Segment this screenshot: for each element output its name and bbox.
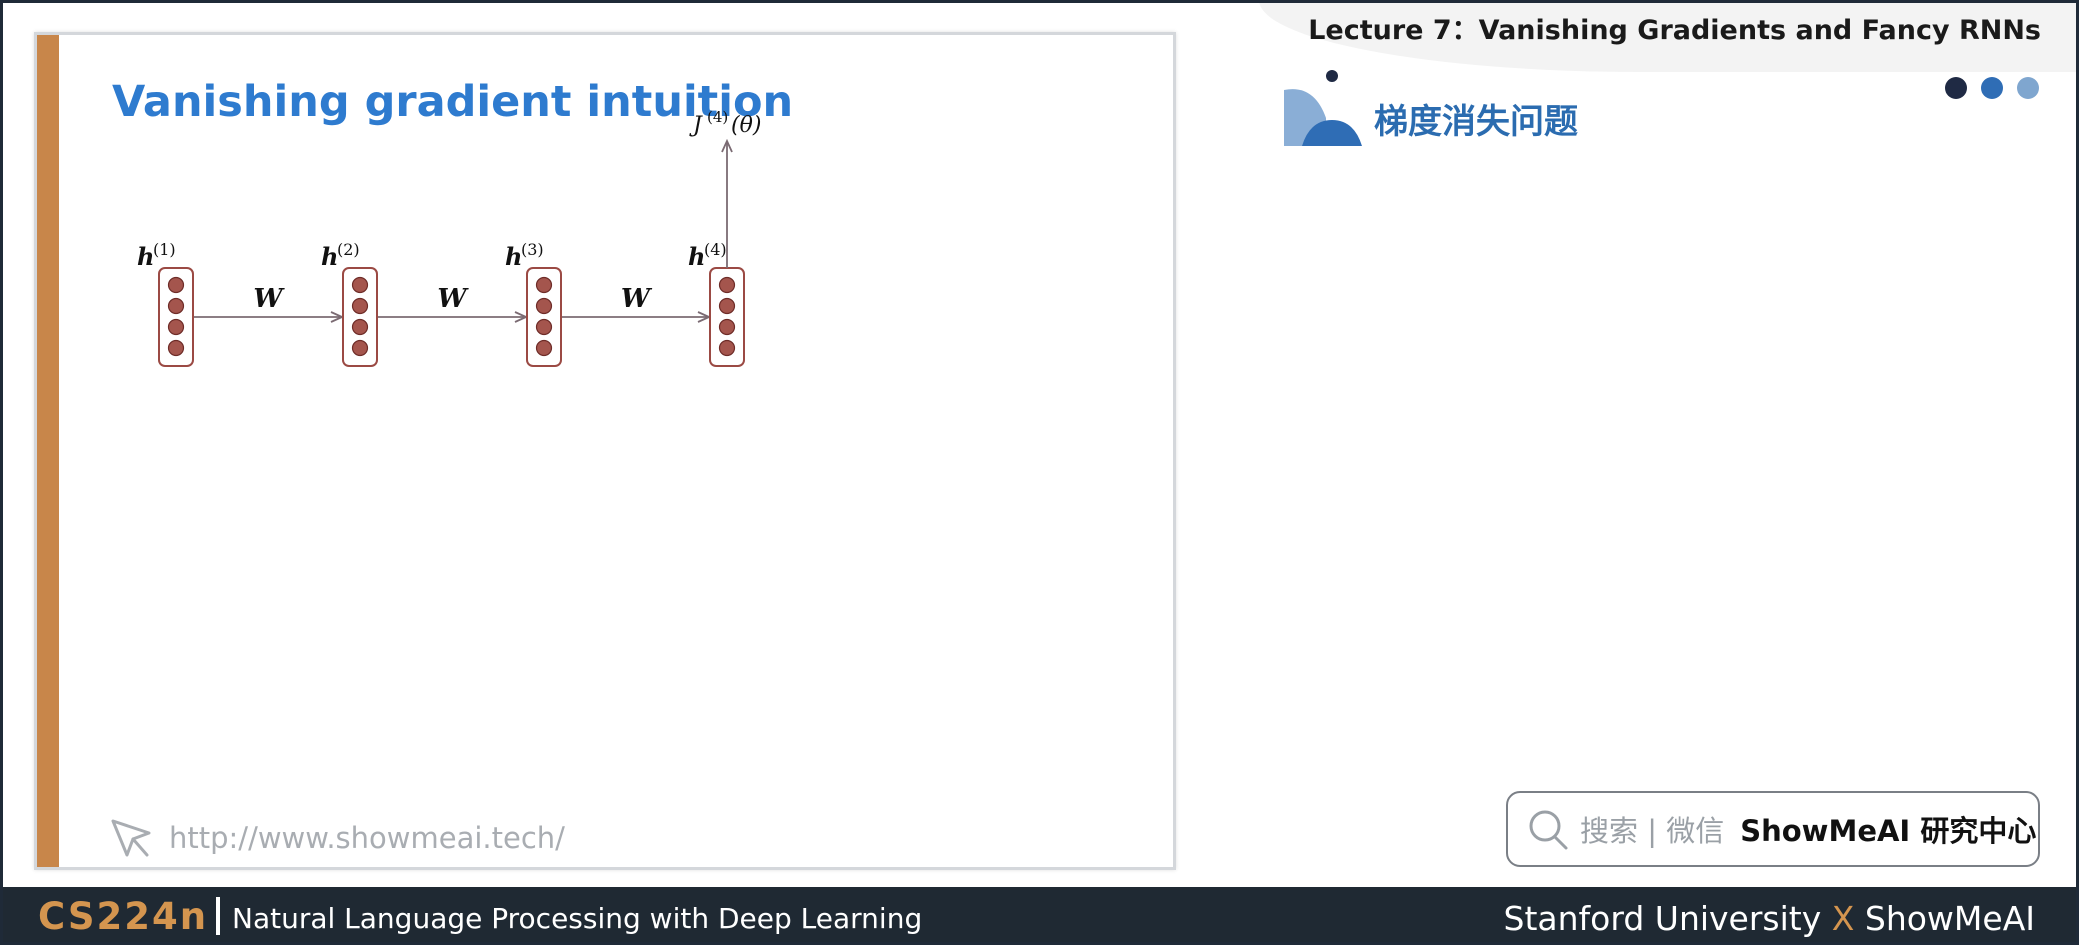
nav-dot-2[interactable] <box>1981 77 2003 99</box>
neuron-4-4 <box>718 339 736 357</box>
loss-label: J <box>689 113 703 138</box>
weight-label-2: W <box>437 284 469 314</box>
footer-bar: CS224n Natural Language Processing with … <box>0 887 2079 945</box>
hidden-state-label-1: h <box>137 242 154 271</box>
neuron-4-3 <box>718 318 736 336</box>
nav-dot-3[interactable] <box>2017 77 2039 99</box>
footer-course: CS224n <box>38 895 209 938</box>
footer-x: X <box>1831 899 1855 938</box>
watermark: http://www.showmeai.tech/ <box>109 815 565 861</box>
neuron-3-2 <box>535 297 553 315</box>
hidden-state-superscript-3: (3) <box>521 240 544 259</box>
section-title: 梯度消失问题 <box>1374 102 1578 142</box>
watermark-url[interactable]: http://www.showmeai.tech/ <box>169 821 565 855</box>
hidden-state-superscript-2: (2) <box>337 240 360 259</box>
cursor-icon <box>111 819 151 857</box>
search-widget[interactable]: 搜索 | 微信 ShowMeAI 研究中心 <box>1506 791 2040 867</box>
footer-university: Stanford University <box>1503 899 1822 938</box>
neuron-1-1 <box>167 276 185 294</box>
loss-argument: (θ) <box>731 113 761 138</box>
neuron-3-3 <box>535 318 553 336</box>
neuron-3-1 <box>535 276 553 294</box>
hidden-state-label-4: h <box>688 242 705 271</box>
search-hint: 搜索 | 微信 <box>1580 814 1725 848</box>
nav-dot-1[interactable] <box>1945 77 1967 99</box>
neuron-2-2 <box>351 297 369 315</box>
section-badge-icon <box>1284 70 1362 146</box>
rnn-diagram: W W Wh(1) h(2) h(3) h(4)J (4) (θ) <box>137 108 761 367</box>
lecture-title: Lecture 7：Vanishing Gradients and Fancy … <box>1308 15 2041 46</box>
hidden-state-superscript-4: (4) <box>704 240 727 259</box>
weight-label-1: W <box>253 284 285 314</box>
footer-brand: ShowMeAI <box>1864 899 2035 938</box>
neuron-2-4 <box>351 339 369 357</box>
neuron-1-3 <box>167 318 185 336</box>
neuron-4-2 <box>718 297 736 315</box>
neuron-2-3 <box>351 318 369 336</box>
search-icon <box>1529 810 1568 850</box>
nav-dots <box>1945 77 2039 99</box>
hidden-state-label-3: h <box>505 242 522 271</box>
footer-separator <box>216 897 220 935</box>
slide-panel: Vanishing gradient intuition W W Wh (1) h (2)… <box>34 32 1176 870</box>
neuron-1-4 <box>167 339 185 357</box>
footer-subtitle: Natural Language Processing with Deep Le… <box>232 902 923 935</box>
neuron-2-1 <box>351 276 369 294</box>
weight-label-3: W <box>621 284 653 314</box>
neuron-4-1 <box>718 276 736 294</box>
hidden-state-superscript-1: (1) <box>153 240 176 259</box>
neuron-3-4 <box>535 339 553 357</box>
footer-credits: Stanford University X ShowMeAI <box>1504 899 2035 938</box>
neuron-1-2 <box>167 297 185 315</box>
search-brand: ShowMeAI 研究中心 <box>1740 814 2037 848</box>
loss-superscript: (4) <box>707 108 728 126</box>
hidden-state-label-2: h <box>321 242 338 271</box>
